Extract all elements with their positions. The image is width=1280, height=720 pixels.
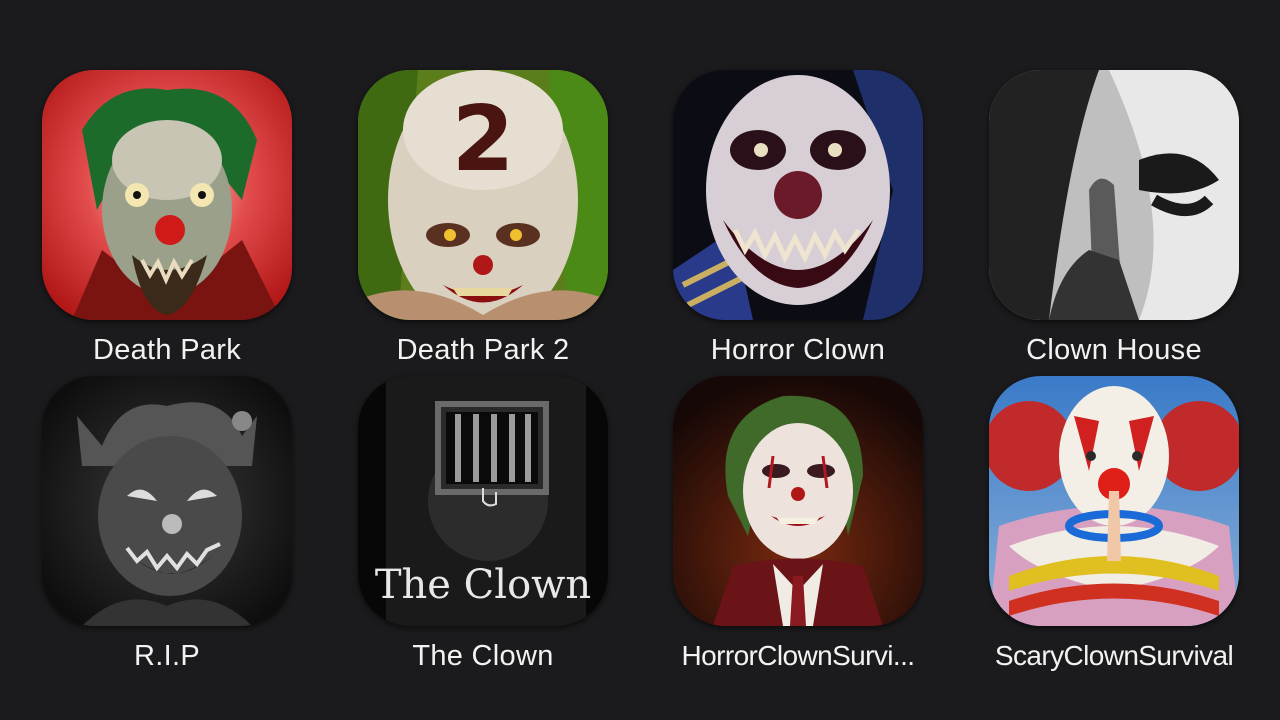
app-label: Death Park <box>92 334 242 366</box>
death-park-2-clown-icon[interactable]: 2 <box>358 70 608 320</box>
app-the-clown[interactable]: The Clown The Clown <box>358 376 608 676</box>
death-park-clown-icon[interactable] <box>42 70 292 320</box>
app-label: The Clown <box>412 640 554 672</box>
icon-title: The Clown <box>375 562 591 608</box>
app-label: Death Park 2 <box>396 334 570 366</box>
clown-house-shush-icon[interactable] <box>989 70 1239 320</box>
app-label: R.I.P <box>134 640 200 672</box>
app-label: HorrorClownSurvi... <box>681 640 915 671</box>
app-horror-clown-survival[interactable]: HorrorClownSurvi... <box>673 376 923 676</box>
app-label: Clown House <box>1026 334 1202 366</box>
icon-number: 2 <box>452 87 515 192</box>
horror-clown-survival-icon[interactable] <box>673 376 923 626</box>
app-label: Horror Clown <box>710 334 886 366</box>
rip-jester-icon[interactable] <box>42 376 292 626</box>
app-rip[interactable]: R.I.P <box>42 376 292 676</box>
horror-clown-icon[interactable] <box>673 70 923 320</box>
app-label: ScaryClownSurvival <box>994 640 1234 671</box>
app-death-park[interactable]: Death Park <box>42 70 292 370</box>
app-scary-clown-survival[interactable]: ScaryClownSurvival <box>989 376 1239 676</box>
the-clown-door-icon[interactable]: The Clown <box>358 376 608 626</box>
scary-clown-survival-icon[interactable] <box>989 376 1239 626</box>
app-clown-house[interactable]: Clown House <box>989 70 1239 370</box>
app-horror-clown[interactable]: Horror Clown <box>673 70 923 370</box>
app-death-park-2[interactable]: 2 Death Park 2 <box>358 70 608 370</box>
